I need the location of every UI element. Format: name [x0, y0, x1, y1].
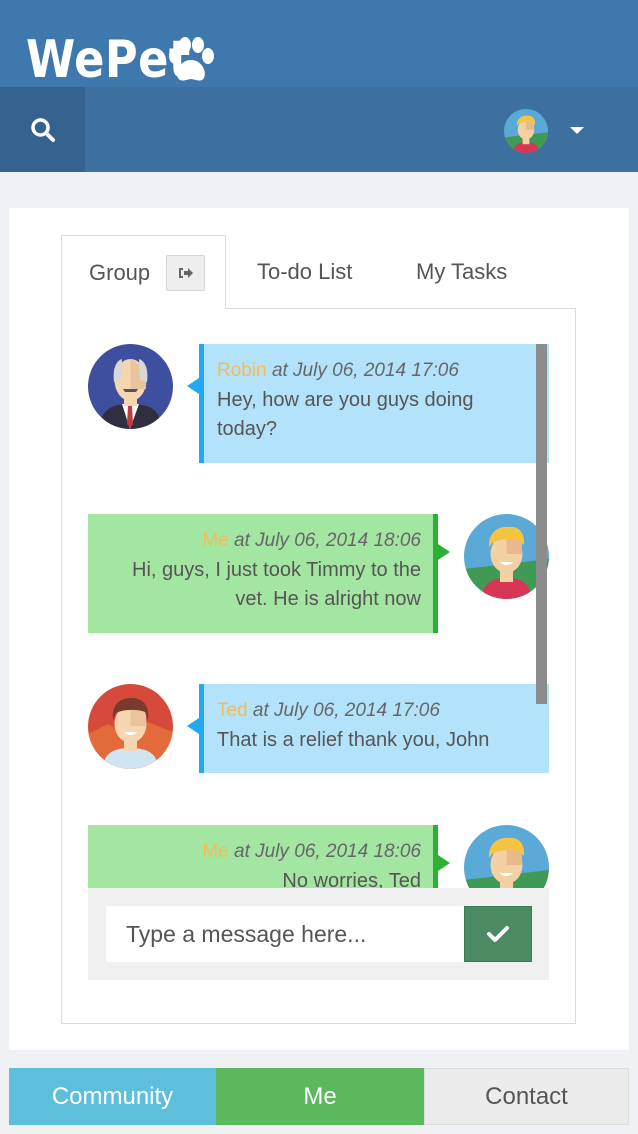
nav-contact-label: Contact	[485, 1082, 568, 1110]
search-button[interactable]	[0, 87, 85, 172]
tab-group-label: Group	[89, 259, 151, 285]
message-sender: Ted	[217, 700, 248, 721]
message-bubble: Me at July 06, 2014 18:06 No worries, Te…	[88, 825, 450, 888]
sign-out-icon[interactable]	[166, 254, 206, 291]
user-avatar-image	[504, 109, 548, 153]
message-bubble: Robin at July 06, 2014 17:06 Hey, how ar…	[187, 344, 549, 463]
message-time: at July 06, 2014 17:06	[271, 360, 459, 381]
check-icon	[487, 926, 509, 942]
message-bubble: Ted at July 06, 2014 17:06 That is a rel…	[187, 684, 549, 773]
tab-my-tasks-label: My Tasks	[416, 259, 508, 284]
message-sender: Robin	[217, 360, 267, 381]
message-text-line: No worries, Ted	[282, 870, 421, 888]
tab-todo-label: To-do List	[257, 259, 353, 284]
nav-community-button[interactable]: Community	[9, 1068, 216, 1125]
tab-group[interactable]: Group	[61, 235, 226, 309]
app-name: WePet	[26, 30, 191, 90]
ted-avatar	[88, 684, 173, 769]
message-bubble: Me at July 06, 2014 18:06 Hi, guys, I ju…	[88, 514, 450, 633]
nav-me-button[interactable]: Me	[216, 1068, 424, 1125]
app-header: WePet	[0, 0, 638, 90]
search-icon	[30, 117, 55, 142]
nav-contact-button[interactable]: Contact	[424, 1068, 629, 1125]
message-time: at July 06, 2014 18:06	[234, 841, 421, 862]
nav-bar	[0, 87, 638, 172]
message-text-line: Hey, how are you guys doing	[217, 389, 474, 411]
message-text-line: Hi, guys, I just took Timmy to the	[132, 559, 421, 581]
user-avatar[interactable]	[504, 109, 548, 153]
tab-todo-list[interactable]: To-do List	[257, 235, 352, 309]
message-input[interactable]	[106, 906, 464, 962]
message-composer	[88, 888, 549, 980]
chat-scrollbar[interactable]	[536, 344, 547, 704]
message-sender: Me	[202, 530, 229, 551]
app-logo[interactable]: WePet	[26, 30, 216, 90]
tab-my-tasks[interactable]: My Tasks	[416, 235, 507, 309]
message-text-line: vet. He is alright now	[235, 588, 421, 610]
send-button[interactable]	[464, 906, 532, 962]
me-avatar	[464, 825, 549, 888]
chat-message-list[interactable]: Robin at July 06, 2014 17:06 Hey, how ar…	[88, 344, 549, 888]
nav-community-label: Community	[51, 1082, 174, 1110]
message-text-line: today?	[217, 418, 278, 440]
nav-me-label: Me	[303, 1082, 337, 1110]
message-text-line: That is a relief thank you, John	[217, 729, 490, 751]
message-sender: Me	[202, 841, 229, 862]
caret-down-icon[interactable]	[570, 127, 584, 134]
tab-divider	[225, 308, 576, 309]
message-time: at July 06, 2014 17:06	[252, 700, 440, 721]
robin-avatar	[88, 344, 173, 429]
message-time: at July 06, 2014 18:06	[234, 530, 421, 551]
